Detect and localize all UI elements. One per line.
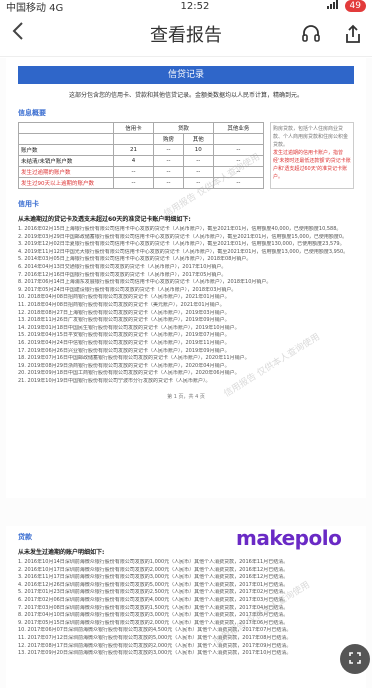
clock: 12:52 [180, 0, 210, 12]
table-cell: -- [212, 144, 265, 156]
signal-icon [326, 0, 339, 12]
list-item: 8. 2017年04月10日深圳前海微众银行股份有限公司发放的3,000元（人民… [18, 612, 289, 619]
chevron-left-icon [12, 21, 24, 47]
overview-side-note: 购房贷款，包括个人住房商业贷款、个人商用房贷款和住房公积金贷款。 发生过逾期的信… [270, 122, 354, 189]
navigation-bar: 查看报告 [0, 12, 372, 57]
side-note-text: 发生过逾期的信用卡账户，指曾经'未按时还最低还款额'的贷记卡账户和'透支超过60… [273, 150, 351, 180]
row-label: 未结清/未销户账户数 [18, 155, 114, 167]
list-item: 6. 2017年02月06日深圳前海微众银行股份有限公司发放的4,000元（人民… [18, 596, 289, 603]
credit-card-title: 信用卡 [18, 200, 39, 208]
table-subheader-cell: 其他 [182, 133, 214, 145]
report-page-2: 贷款 从未发生过逾期的账户明细如下: 1. 2016年10月14日深圳前海微众银… [6, 526, 366, 688]
table-subheader-cell: 购房 [153, 133, 184, 145]
table-cell: -- [112, 177, 155, 189]
list-item: 4. 2016年12月26日深圳前海微众银行股份有限公司发放的5,000元（人民… [18, 581, 289, 588]
table-header-cell: 贷款 [153, 122, 214, 134]
credit-card-subtitle: 从未逾期过的贷记卡及透支未超过60天的准贷记卡账户明细如下: [18, 216, 191, 223]
list-item: 21. 2019年10月19日中国银行股份有限公司宁波市分行发放的贷记卡（人民币… [18, 377, 211, 384]
list-item: 7. 2017年03月08日深圳前海微众银行股份有限公司发放的1,500元（人民… [18, 604, 289, 611]
report-document-view[interactable]: 信贷记录 这部分包含您的信用卡、贷款和其他信贷记录。金额类数据均以人民币计算，精… [0, 58, 372, 688]
list-item: 18. 2019年07月16日中国邮政储蓄银行股份有限公司发放的贷记卡（人民币账… [18, 355, 250, 362]
list-item: 10. 2018年04月08日招商银行股份有限公司发放的贷记卡（人民币账户），2… [18, 294, 230, 301]
back-button[interactable] [8, 22, 28, 46]
list-item: 2. 2019年03月29日中国邮政储蓄银行股份有限公司信用卡中心发放的贷记卡（… [18, 233, 348, 240]
list-item: 1. 2016年02月15日上海银行股份有限公司信用卡中心发放的贷记卡（人民币账… [18, 226, 342, 232]
expand-icon [348, 650, 362, 669]
list-item: 13. 2017年09月20日深圳前海微众银行股份有限公司发放的3,000元（人… [18, 650, 292, 657]
floating-action-button[interactable] [340, 644, 370, 674]
table-cell: -- [212, 177, 265, 189]
table-row: 发生过90天以上逾期的账户数 -- -- -- -- [18, 177, 265, 189]
list-item: 1. 2016年10月14日深圳前海微众银行股份有限公司发放的1,000元（人民… [18, 559, 289, 565]
table-header-cell [18, 122, 114, 134]
table-cell: 10 [182, 144, 214, 156]
table-cell: 4 [112, 155, 155, 167]
overview-block: 信用卡 贷款 其他业务 购房 其他 账户数 21 -- 10 -- 未结清/未销… [18, 122, 354, 189]
headset-icon[interactable] [300, 23, 322, 45]
makepolo-watermark-logo: makepolo [236, 526, 342, 550]
table-header-cell: 其他业务 [212, 122, 265, 134]
table-cell: -- [153, 177, 184, 189]
list-item: 2. 2016年10月17日深圳前海微众银行股份有限公司发放的2,000元（人民… [18, 566, 289, 573]
table-cell: -- [182, 177, 214, 189]
list-item: 3. 2019年12月02日华夏银行股份有限公司信用卡中心发放的贷记卡（人民币账… [18, 241, 345, 248]
battery-indicator: 49 [344, 0, 366, 12]
overview-title: 信息概要 [18, 109, 46, 117]
table-cell: -- [112, 166, 155, 178]
table-cell: -- [153, 155, 184, 167]
table-subheader-row: 购房 其他 [18, 133, 265, 145]
list-item: 10. 2017年06月07日深圳前海微众银行股份有限公司发放的4,500元（人… [18, 627, 292, 634]
list-item: 14. 2019年01月18日中国民生银行股份有限公司发放的贷记卡（人民币账户）… [18, 324, 240, 331]
side-note-text: 购房贷款，包括个人住房商业贷款、个人商用房贷款和住房公积金贷款。 [273, 126, 349, 148]
table-header-cell: 信用卡 [112, 122, 155, 134]
list-item: 15. 2019年04月15日平安银行股份有限公司发放的贷记卡（人民币账户），2… [18, 332, 230, 339]
overview-table: 信用卡 贷款 其他业务 购房 其他 账户数 21 -- 10 -- 未结清/未销… [18, 122, 265, 189]
table-cell: -- [212, 155, 265, 167]
notice-text: 这部分包含您的信用卡、贷款和其他信贷记录。金额类数据均以人民币计算，精确到元。 [68, 92, 303, 99]
row-label: 发生过逾期的账户数 [18, 166, 114, 178]
list-item: 5. 2014年03月05日上海银行股份有限公司信用卡中心发放的贷记卡（人民币账… [18, 256, 252, 263]
page-number: 第 1 页，共 4 页 [167, 394, 205, 401]
list-item: 11. 2018年04月08日招商银行股份有限公司发放的贷记卡（美元账户），20… [18, 301, 225, 308]
list-item: 12. 2017年08月17日深圳前海微众银行股份有限公司发放的2,000元（人… [18, 642, 292, 649]
table-cell: -- [212, 166, 265, 178]
section-banner: 信贷记录 [18, 66, 354, 84]
table-cell: -- [153, 144, 184, 156]
list-item: 20. 2019年09月18日中国工商银行股份有限公司发放的贷记卡（人民币账户）… [18, 370, 240, 377]
status-right: 49 [326, 0, 366, 12]
table-row: 发生过逾期的账户数 -- -- -- -- [18, 166, 265, 178]
list-item: 6. 2014年04月13日交通银行股份有限公司发放的贷记卡（人民币账户），20… [18, 263, 227, 270]
list-item: 11. 2017年07月12日深圳前海微众银行股份有限公司发放的5,000元（人… [18, 634, 292, 641]
list-item: 4. 2019年11月12日中国光大银行股份有限公司信用卡中心发放的贷记卡（人民… [18, 248, 349, 255]
list-item: 7. 2016年12月16日中国银行股份有限公司发放的贷记卡（人民币账户），20… [18, 271, 227, 278]
loan-list: 1. 2016年10月14日深圳前海微众银行股份有限公司发放的1,000元（人民… [18, 559, 354, 658]
status-bar: 中国移动 4G 12:52 49 [0, 0, 372, 14]
list-item: 9. 2017年05月15日深圳前海微众银行股份有限公司发放的2,000元（人民… [18, 619, 289, 626]
list-item: 16. 2019年04月24日中信银行股份有限公司发放的贷记卡（人民币账户），2… [18, 339, 230, 346]
row-label: 账户数 [18, 144, 114, 156]
list-item: 13. 2018年11月26日广发银行股份有限公司发放的贷记卡（人民币账户），2… [18, 317, 230, 324]
credit-card-list: 1. 2016年02月15日上海银行股份有限公司信用卡中心发放的贷记卡（人民币账… [18, 226, 354, 385]
list-item: 8. 2017年06月14日上海浦东发展银行股份有限公司信用卡中心发放的贷记卡（… [18, 279, 272, 286]
share-icon[interactable] [342, 23, 364, 45]
list-item: 19. 2019年08月29日浙商银行股份有限公司发放的贷记卡（人民币账户），2… [18, 362, 230, 369]
list-item: 5. 2017年01月23日深圳前海微众银行股份有限公司发放的2,500元（人民… [18, 589, 289, 596]
report-page-1: 信贷记录 这部分包含您的信用卡、贷款和其他信贷记录。金额类数据均以人民币计算，精… [6, 58, 366, 498]
table-header-row: 信用卡 贷款 其他业务 [18, 122, 265, 134]
row-label: 发生过90天以上逾期的账户数 [18, 177, 114, 189]
table-cell: -- [182, 166, 214, 178]
list-item: 12. 2018年08月27日上海银行股份有限公司发放的贷记卡（人民币账户），2… [18, 309, 230, 316]
table-cell: -- [182, 155, 214, 167]
table-row: 未结清/未销户账户数 4 -- -- -- [18, 155, 265, 167]
table-cell: -- [153, 166, 184, 178]
list-item: 9. 2017年05月24日中国建设银行股份有限公司发放的贷记卡（人民币账户），… [18, 286, 237, 293]
table-cell: 21 [112, 144, 155, 156]
list-item: 3. 2016年11月17日深圳前海微众银行股份有限公司发放的3,000元（人民… [18, 574, 289, 581]
table-row: 账户数 21 -- 10 -- [18, 144, 265, 156]
list-item: 17. 2019年06月26日兴业银行股份有限公司发放的贷记卡（人民币账户），2… [18, 347, 230, 354]
